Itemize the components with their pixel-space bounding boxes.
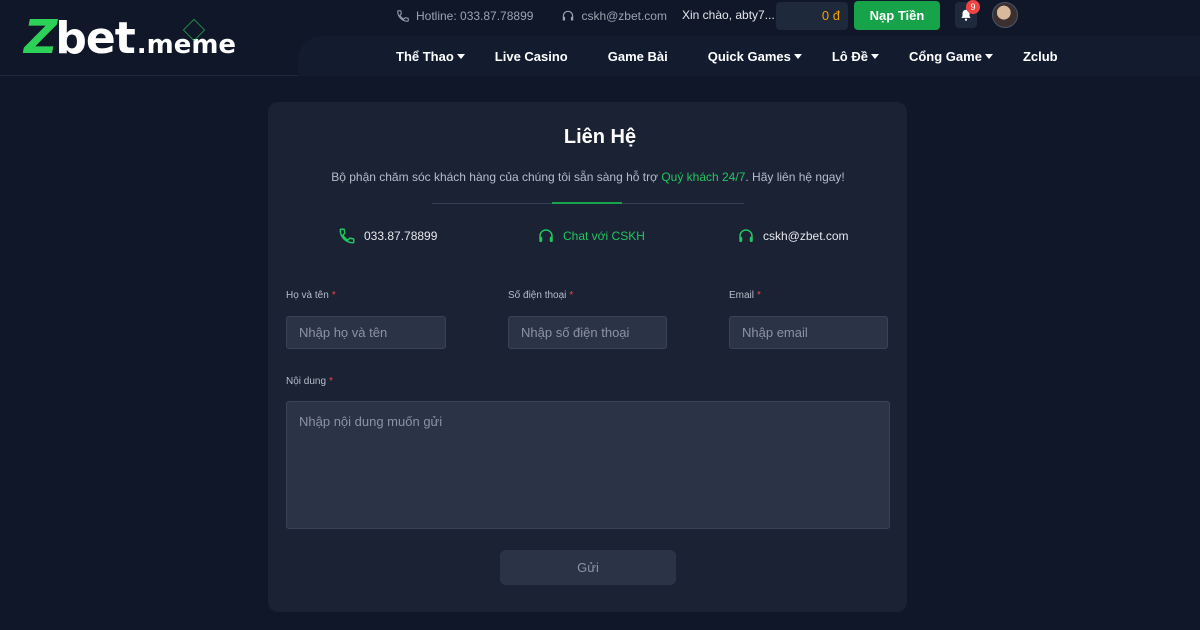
contact-chat[interactable]: Chat với CSKH (537, 227, 645, 245)
topbar-contact: Hotline: 033.87.78899 cskh@zbet.com (396, 0, 695, 32)
contact-email[interactable]: cskh@zbet.com (737, 227, 849, 245)
contact-email-text: cskh@zbet.com (763, 229, 849, 243)
caret-down-icon (456, 53, 465, 59)
required-mark: * (569, 290, 574, 301)
deposit-button[interactable]: Nạp Tiền (854, 1, 940, 30)
phone-label: Số điện thoại * (508, 290, 573, 301)
nav-item-live-casino[interactable]: Live Casino (495, 49, 568, 64)
hotline-text: Hotline: 033.87.78899 (416, 9, 534, 23)
logo-z: Z (24, 10, 57, 64)
phone-input[interactable] (508, 316, 667, 349)
user-greeting: Xin chào, abty7... (682, 8, 775, 22)
subtitle-start: Bộ phận chăm sóc khách hàng của chúng tô… (331, 170, 662, 184)
required-mark: * (331, 290, 336, 301)
page-subtitle: Bộ phận chăm sóc khách hàng của chúng tô… (0, 170, 1176, 184)
nav-item-cong-game[interactable]: Cổng Game (909, 49, 993, 64)
name-label: Họ và tên * (286, 290, 336, 301)
nav-label: Lô Đề (831, 48, 868, 64)
user-avatar[interactable] (992, 2, 1018, 28)
caret-down-icon (984, 53, 993, 59)
phone-icon (397, 10, 409, 22)
contact-chat-text: Chat với CSKH (563, 229, 645, 243)
email-label: Email * (729, 290, 761, 301)
nav-label: Cổng Game (908, 48, 982, 64)
nav-label: Live Casino (494, 48, 568, 64)
subtitle-highlight: Quý khách 24/7 (661, 170, 746, 184)
site-logo[interactable]: Z bet .meme (24, 14, 236, 61)
label-text: Số điện thoại (508, 290, 567, 301)
email-text: cskh@zbet.com (581, 9, 667, 23)
nav-item-the-thao[interactable]: Thể Thao (396, 49, 465, 64)
nav-label: Zclub (1022, 48, 1058, 64)
caret-down-icon (870, 53, 879, 59)
nav-label: Game Bài (607, 48, 668, 64)
submit-button[interactable]: Gửi (500, 550, 676, 585)
divider-accent (552, 202, 622, 204)
nav-item-quick-games[interactable]: Quick Games (708, 49, 802, 64)
required-mark: * (757, 290, 761, 301)
nav-item-game-bai[interactable]: Game Bài (608, 49, 668, 64)
balance-display: 0 đ (776, 2, 848, 30)
page-title: Liên Hệ (563, 126, 637, 148)
message-textarea[interactable] (286, 401, 890, 529)
nav-label: Thể Thao (396, 48, 454, 64)
headset-icon (563, 10, 574, 21)
nav-item-lo-de[interactable]: Lô Đề (832, 49, 879, 64)
nav-item-zclub[interactable]: Zclub (1023, 49, 1058, 64)
label-text: Họ và tên (286, 290, 329, 301)
label-text: Email (729, 290, 755, 301)
site-header: Z bet .meme Hotline: 033.87.78899 cskh@z… (0, 0, 1200, 76)
logo-bet: bet (55, 13, 135, 64)
name-input[interactable] (286, 316, 446, 349)
headset-icon (739, 229, 753, 242)
subtitle-end: . Hãy liên hệ ngay! (745, 170, 845, 184)
contact-phone-text: 033.87.78899 (364, 229, 438, 243)
label-text: Nội dung (286, 376, 327, 387)
nav-label: Quick Games (707, 48, 791, 64)
topbar-hotline[interactable]: Hotline: 033.87.78899 (396, 9, 533, 23)
phone-icon (339, 228, 355, 244)
message-label: Nội dung * (286, 376, 333, 387)
main-nav: Thể Thao Live Casino Game Bài Quick Game… (396, 36, 1058, 76)
caret-down-icon (793, 53, 802, 59)
notification-badge: 9 (966, 0, 980, 14)
topbar-email[interactable]: cskh@zbet.com (561, 9, 667, 23)
contact-phone[interactable]: 033.87.78899 (338, 227, 437, 245)
email-input[interactable] (729, 316, 888, 349)
headset-icon (539, 229, 553, 242)
required-mark: * (329, 376, 333, 387)
